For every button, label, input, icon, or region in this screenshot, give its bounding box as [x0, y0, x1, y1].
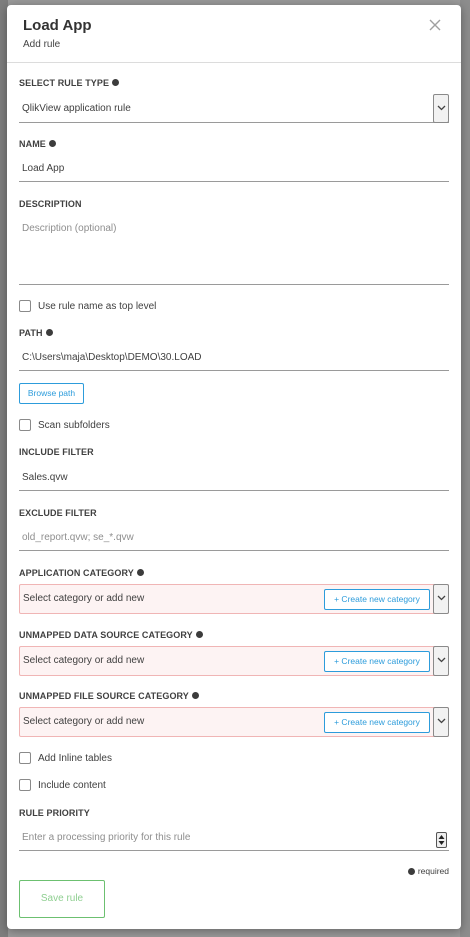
application-category-select[interactable]: Select category or add new + Create new …	[19, 584, 449, 614]
required-indicator-icon	[112, 79, 120, 86]
add-inline-tables-label: Add Inline tables	[38, 752, 112, 764]
scan-subfolders-checkbox[interactable]	[19, 419, 31, 431]
create-file-source-category-button[interactable]: + Create new category	[324, 712, 430, 733]
include-content-label: Include content	[38, 779, 106, 791]
chevron-down-icon	[437, 595, 446, 601]
browse-path-button[interactable]: Browse path	[19, 383, 84, 404]
background-right-panel	[460, 0, 470, 937]
create-application-category-button[interactable]: + Create new category	[324, 589, 430, 610]
file-source-category-label: UNMAPPED FILE SOURCE CATEGORY	[19, 691, 199, 701]
name-input[interactable]: Load App	[19, 156, 449, 182]
application-category-label: APPLICATION CATEGORY	[19, 568, 144, 578]
include-filter-input[interactable]: Sales.qvw	[19, 465, 449, 491]
chevron-down-icon	[437, 657, 446, 663]
rule-type-label: SELECT RULE TYPE	[19, 78, 120, 88]
name-label: NAME	[19, 139, 56, 149]
dialog-title: Load App	[23, 17, 92, 34]
add-inline-tables-checkbox[interactable]	[19, 752, 31, 764]
include-content-checkbox[interactable]	[19, 779, 31, 791]
use-rule-name-label: Use rule name as top level	[38, 300, 157, 312]
add-rule-dialog: Load App Add rule SELECT RULE TYPE QlikV…	[7, 5, 461, 929]
priority-stepper[interactable]	[436, 832, 447, 848]
include-content-option[interactable]: Include content	[19, 778, 106, 792]
chevron-down-icon	[437, 105, 446, 111]
include-filter-label: INCLUDE FILTER	[19, 447, 94, 457]
required-indicator-icon	[407, 867, 415, 875]
required-legend: required	[407, 866, 449, 876]
description-label: DESCRIPTION	[19, 199, 82, 209]
data-source-category-dropdown-toggle[interactable]	[433, 646, 449, 676]
dialog-header: Load App Add rule	[7, 5, 461, 63]
use-rule-name-option[interactable]: Use rule name as top level	[19, 299, 156, 313]
chevron-down-icon	[437, 718, 446, 724]
use-rule-name-checkbox[interactable]	[19, 300, 31, 312]
save-rule-button[interactable]: Save rule	[19, 880, 105, 918]
required-indicator-icon	[45, 329, 53, 336]
rule-type-select[interactable]: QlikView application rule	[19, 94, 449, 123]
required-indicator-icon	[195, 631, 203, 638]
required-indicator-icon	[48, 140, 56, 147]
add-inline-tables-option[interactable]: Add Inline tables	[19, 751, 112, 765]
scan-subfolders-label: Scan subfolders	[38, 419, 110, 431]
exclude-filter-input[interactable]: old_report.qvw; se_*.qvw	[19, 525, 449, 551]
stepper-down-icon[interactable]	[438, 840, 445, 846]
rule-priority-input[interactable]: Enter a processing priority for this rul…	[19, 825, 449, 851]
exclude-filter-label: EXCLUDE FILTER	[19, 508, 97, 518]
rule-type-dropdown-toggle[interactable]	[433, 94, 449, 123]
description-textarea[interactable]: Description (optional)	[19, 215, 449, 285]
required-indicator-icon	[136, 569, 144, 576]
file-source-category-dropdown-toggle[interactable]	[433, 707, 449, 737]
create-data-source-category-button[interactable]: + Create new category	[324, 651, 430, 672]
path-input[interactable]: C:\Users\maja\Desktop\DEMO\30.LOAD	[19, 345, 449, 371]
application-category-placeholder: Select category or add new	[23, 593, 145, 604]
file-source-category-placeholder: Select category or add new	[23, 716, 145, 727]
dialog-subtitle: Add rule	[23, 39, 61, 50]
rule-priority-placeholder: Enter a processing priority for this rul…	[22, 832, 191, 843]
path-label: PATH	[19, 328, 53, 338]
required-legend-text: required	[417, 866, 449, 876]
data-source-category-label: UNMAPPED DATA SOURCE CATEGORY	[19, 630, 203, 640]
file-source-category-select[interactable]: Select category or add new + Create new …	[19, 707, 449, 737]
scan-subfolders-option[interactable]: Scan subfolders	[19, 418, 110, 432]
data-source-category-placeholder: Select category or add new	[23, 655, 145, 666]
close-icon[interactable]	[427, 17, 443, 33]
required-indicator-icon	[191, 692, 199, 699]
data-source-category-select[interactable]: Select category or add new + Create new …	[19, 646, 449, 676]
application-category-dropdown-toggle[interactable]	[433, 584, 449, 614]
rule-type-value: QlikView application rule	[22, 103, 131, 114]
rule-priority-label: RULE PRIORITY	[19, 808, 90, 818]
